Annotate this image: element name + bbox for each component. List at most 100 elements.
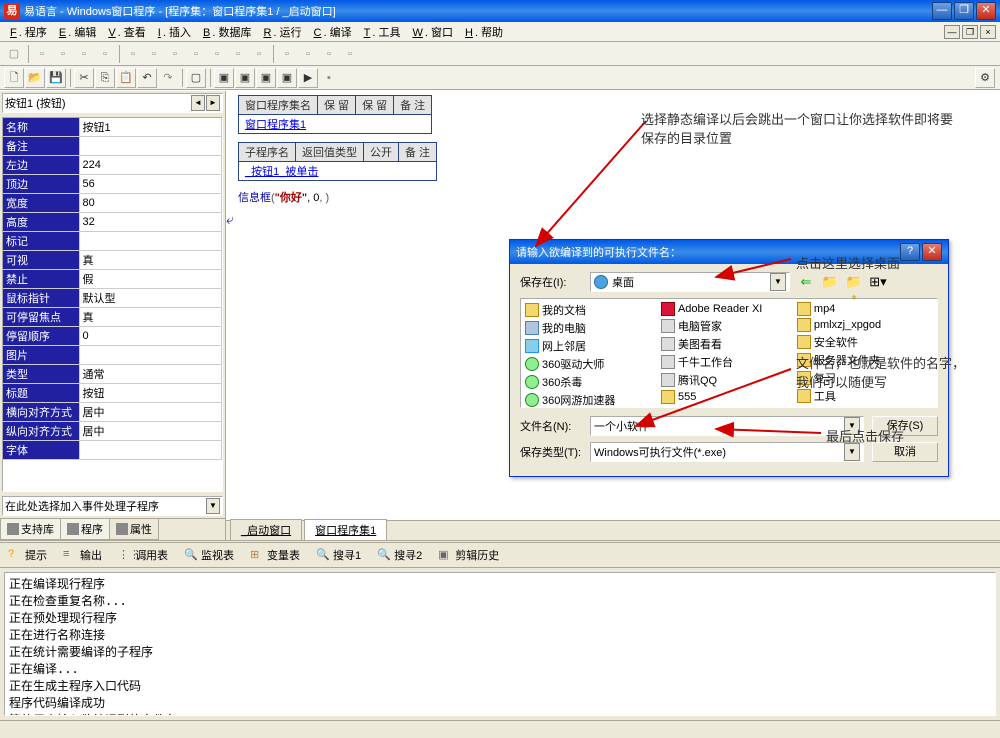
prop-value[interactable] <box>79 346 222 365</box>
property-grid[interactable]: 名称按钮1备注左边224顶边56宽度80高度32标记可视真禁止假鼠标指针默认型可… <box>2 117 223 492</box>
tb-btn[interactable]: ▫ <box>298 44 318 64</box>
prop-value[interactable]: 假 <box>79 270 222 289</box>
tb-btn[interactable]: ▫ <box>277 44 297 64</box>
bottom-tab[interactable]: ▣ 剪辑历史 <box>434 545 503 565</box>
tb-btn[interactable]: ▢ <box>4 44 24 64</box>
tb-btn[interactable]: ▫ <box>95 44 115 64</box>
tb-save-button[interactable]: 💾 <box>46 68 66 88</box>
menu-item[interactable]: E. 编辑 <box>53 22 102 42</box>
prop-value[interactable]: 按钮1 <box>79 118 222 137</box>
tb-btn[interactable]: ▫ <box>207 44 227 64</box>
tb-btn[interactable]: ▫ <box>32 44 52 64</box>
code-line[interactable]: 信息框("你好", 0, ) <box>238 189 988 205</box>
filename-input[interactable]: 一个小软件▼ <box>590 416 864 436</box>
file-list[interactable]: 我的文档我的电脑网上邻居360驱动大师360杀毒360网游加速器 Adobe R… <box>520 298 938 408</box>
output-text[interactable]: 正在编译现行程序 正在检查重复名称... 正在预处理现行程序 正在进行名称连接 … <box>4 572 996 716</box>
file-item[interactable]: 360杀毒 <box>523 373 659 391</box>
inner-close-button[interactable]: × <box>980 25 996 39</box>
file-item[interactable]: 复习 <box>795 369 931 387</box>
menu-item[interactable]: R. 运行 <box>257 22 307 42</box>
prop-value[interactable]: 0 <box>79 327 222 346</box>
prop-value[interactable]: 真 <box>79 308 222 327</box>
bottom-tab[interactable]: 🔍 监视表 <box>180 545 238 565</box>
dialog-close-button[interactable]: ✕ <box>922 243 942 261</box>
view-icon[interactable]: ⊞▾ <box>868 273 888 291</box>
component-selector[interactable]: 按钮1 (按钮) ◄ ► <box>2 93 223 113</box>
menu-item[interactable]: W. 窗口 <box>406 22 459 42</box>
back-icon[interactable]: ⇐ <box>796 273 816 291</box>
tb-copy-button[interactable]: ⎘ <box>95 68 115 88</box>
prop-value[interactable] <box>79 441 222 460</box>
menu-item[interactable]: C. 编译 <box>308 22 358 42</box>
inner-maximize-button[interactable]: ❐ <box>962 25 978 39</box>
dropdown-icon[interactable]: ▼ <box>770 273 786 291</box>
program-set-link[interactable]: 窗口程序集1 <box>239 115 432 134</box>
menu-item[interactable]: V. 查看 <box>102 22 151 42</box>
event-selector[interactable]: 在此处选择加入事件处理子程序 ▼ <box>2 496 223 516</box>
prop-value[interactable]: 居中 <box>79 403 222 422</box>
menu-item[interactable]: T. 工具 <box>358 22 407 42</box>
minimize-button[interactable]: — <box>932 2 952 20</box>
tb-button[interactable]: ▣ <box>235 68 255 88</box>
file-item[interactable]: 工具 <box>795 387 931 405</box>
prop-value[interactable]: 通常 <box>79 365 222 384</box>
file-item[interactable]: 安全软件 <box>795 333 931 351</box>
tb-button[interactable]: ▣ <box>256 68 276 88</box>
tb-btn[interactable]: ▫ <box>340 44 360 64</box>
inner-minimize-button[interactable]: — <box>944 25 960 39</box>
bottom-tab[interactable]: 🔍 搜寻1 <box>312 545 365 565</box>
tb-btn[interactable]: ▫ <box>53 44 73 64</box>
dropdown-icon[interactable]: ▼ <box>206 498 220 514</box>
file-item[interactable]: 我的文档 <box>523 301 659 319</box>
file-item[interactable]: 360驱动大师 <box>523 355 659 373</box>
file-item[interactable]: 千牛工作台 <box>659 353 795 371</box>
menu-item[interactable]: F. 程序 <box>4 22 53 42</box>
combo-prev-button[interactable]: ◄ <box>191 95 205 111</box>
save-button[interactable]: 保存(S) <box>872 416 938 436</box>
left-tab[interactable]: 支持库 <box>0 519 61 540</box>
prop-value[interactable]: 32 <box>79 213 222 232</box>
up-icon[interactable]: 📁 <box>820 273 840 291</box>
code-tab[interactable]: 窗口程序集1 <box>304 519 387 540</box>
tb-button[interactable]: ⚙ <box>975 68 995 88</box>
tb-btn[interactable]: ▫ <box>144 44 164 64</box>
tb-btn[interactable]: ▫ <box>319 44 339 64</box>
tb-cut-button[interactable]: ✂ <box>74 68 94 88</box>
file-item[interactable]: Adobe Reader XI <box>659 301 795 317</box>
combo-next-button[interactable]: ► <box>206 95 220 111</box>
prop-value[interactable] <box>79 232 222 251</box>
tb-btn[interactable]: ▫ <box>186 44 206 64</box>
tb-undo-button[interactable]: ↶ <box>137 68 157 88</box>
tb-paste-button[interactable]: 📋 <box>116 68 136 88</box>
left-tab[interactable]: 程序 <box>60 519 110 540</box>
file-item[interactable]: 555 <box>659 389 795 405</box>
dropdown-icon[interactable]: ▼ <box>844 443 860 461</box>
tb-btn[interactable]: ▫ <box>228 44 248 64</box>
prop-value[interactable]: 居中 <box>79 422 222 441</box>
maximize-button[interactable]: ❐ <box>954 2 974 20</box>
tb-button[interactable]: ▣ <box>214 68 234 88</box>
bottom-tab[interactable]: ≡ 输出 <box>59 545 106 565</box>
prop-value[interactable]: 默认型 <box>79 289 222 308</box>
tb-pause-button[interactable]: ▪ <box>319 68 339 88</box>
file-item[interactable]: 我的电脑 <box>523 319 659 337</box>
bottom-tab[interactable]: ? 提示 <box>4 545 51 565</box>
dialog-help-button[interactable]: ? <box>900 243 920 261</box>
file-item[interactable]: 电脑管家 <box>659 317 795 335</box>
tb-btn[interactable]: ▫ <box>74 44 94 64</box>
save-in-combo[interactable]: 桌面 ▼ <box>590 272 790 292</box>
bottom-tab[interactable]: ⊞ 变量表 <box>246 545 304 565</box>
bottom-tab[interactable]: 🔍 搜寻2 <box>373 545 426 565</box>
file-item[interactable]: mp4 <box>795 301 931 317</box>
file-item[interactable]: 腾讯QQ <box>659 371 795 389</box>
tb-open-button[interactable]: 📂 <box>25 68 45 88</box>
tb-btn[interactable]: ▫ <box>249 44 269 64</box>
file-item[interactable]: 美图看看 <box>659 335 795 353</box>
tb-run-button[interactable]: ▶ <box>298 68 318 88</box>
tb-button[interactable]: ▢ <box>186 68 206 88</box>
dropdown-icon[interactable]: ▼ <box>844 417 860 435</box>
close-button[interactable]: ✕ <box>976 2 996 20</box>
file-item[interactable]: 网上邻居 <box>523 337 659 355</box>
menu-item[interactable]: I. 插入 <box>152 22 197 42</box>
menu-item[interactable]: H. 帮助 <box>459 22 509 42</box>
